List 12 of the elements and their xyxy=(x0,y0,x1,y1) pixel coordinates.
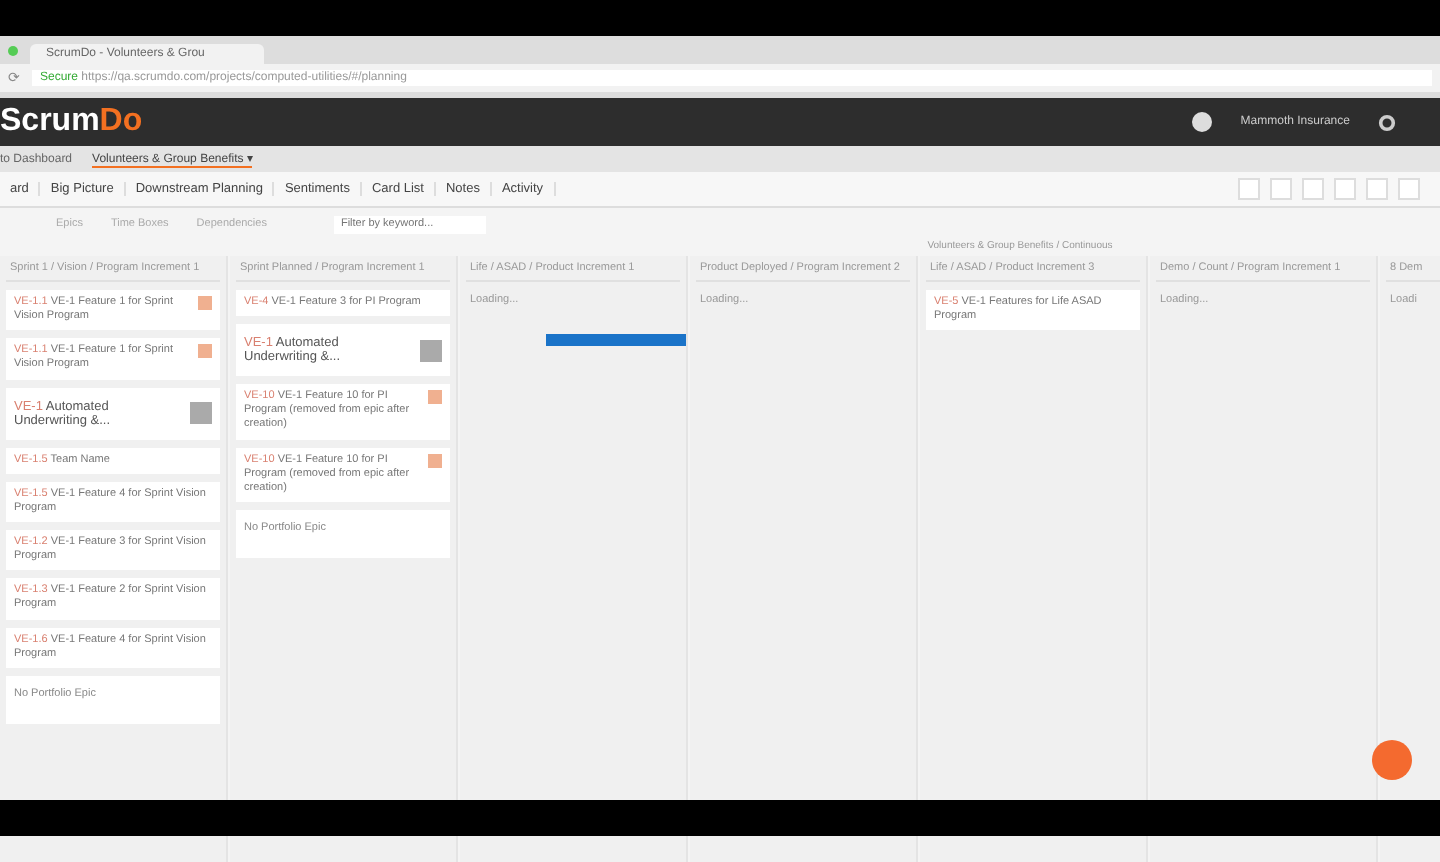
toolbar-icon[interactable] xyxy=(1302,178,1324,200)
settings-icon[interactable] xyxy=(1378,113,1396,131)
toolbar-icon[interactable] xyxy=(1270,178,1292,200)
toolbar-icon[interactable] xyxy=(1398,178,1420,200)
toolbar-icon[interactable] xyxy=(1366,178,1388,200)
avatar-icon xyxy=(420,339,442,362)
scrumdo-logo[interactable]: ScrumDo xyxy=(0,104,143,140)
avatar-icon xyxy=(190,402,212,425)
toolbar-icon[interactable] xyxy=(1238,178,1260,200)
avatar-icon xyxy=(1192,112,1213,132)
toolbar-icon[interactable] xyxy=(1334,178,1356,200)
window-control-icon[interactable] xyxy=(8,46,18,56)
